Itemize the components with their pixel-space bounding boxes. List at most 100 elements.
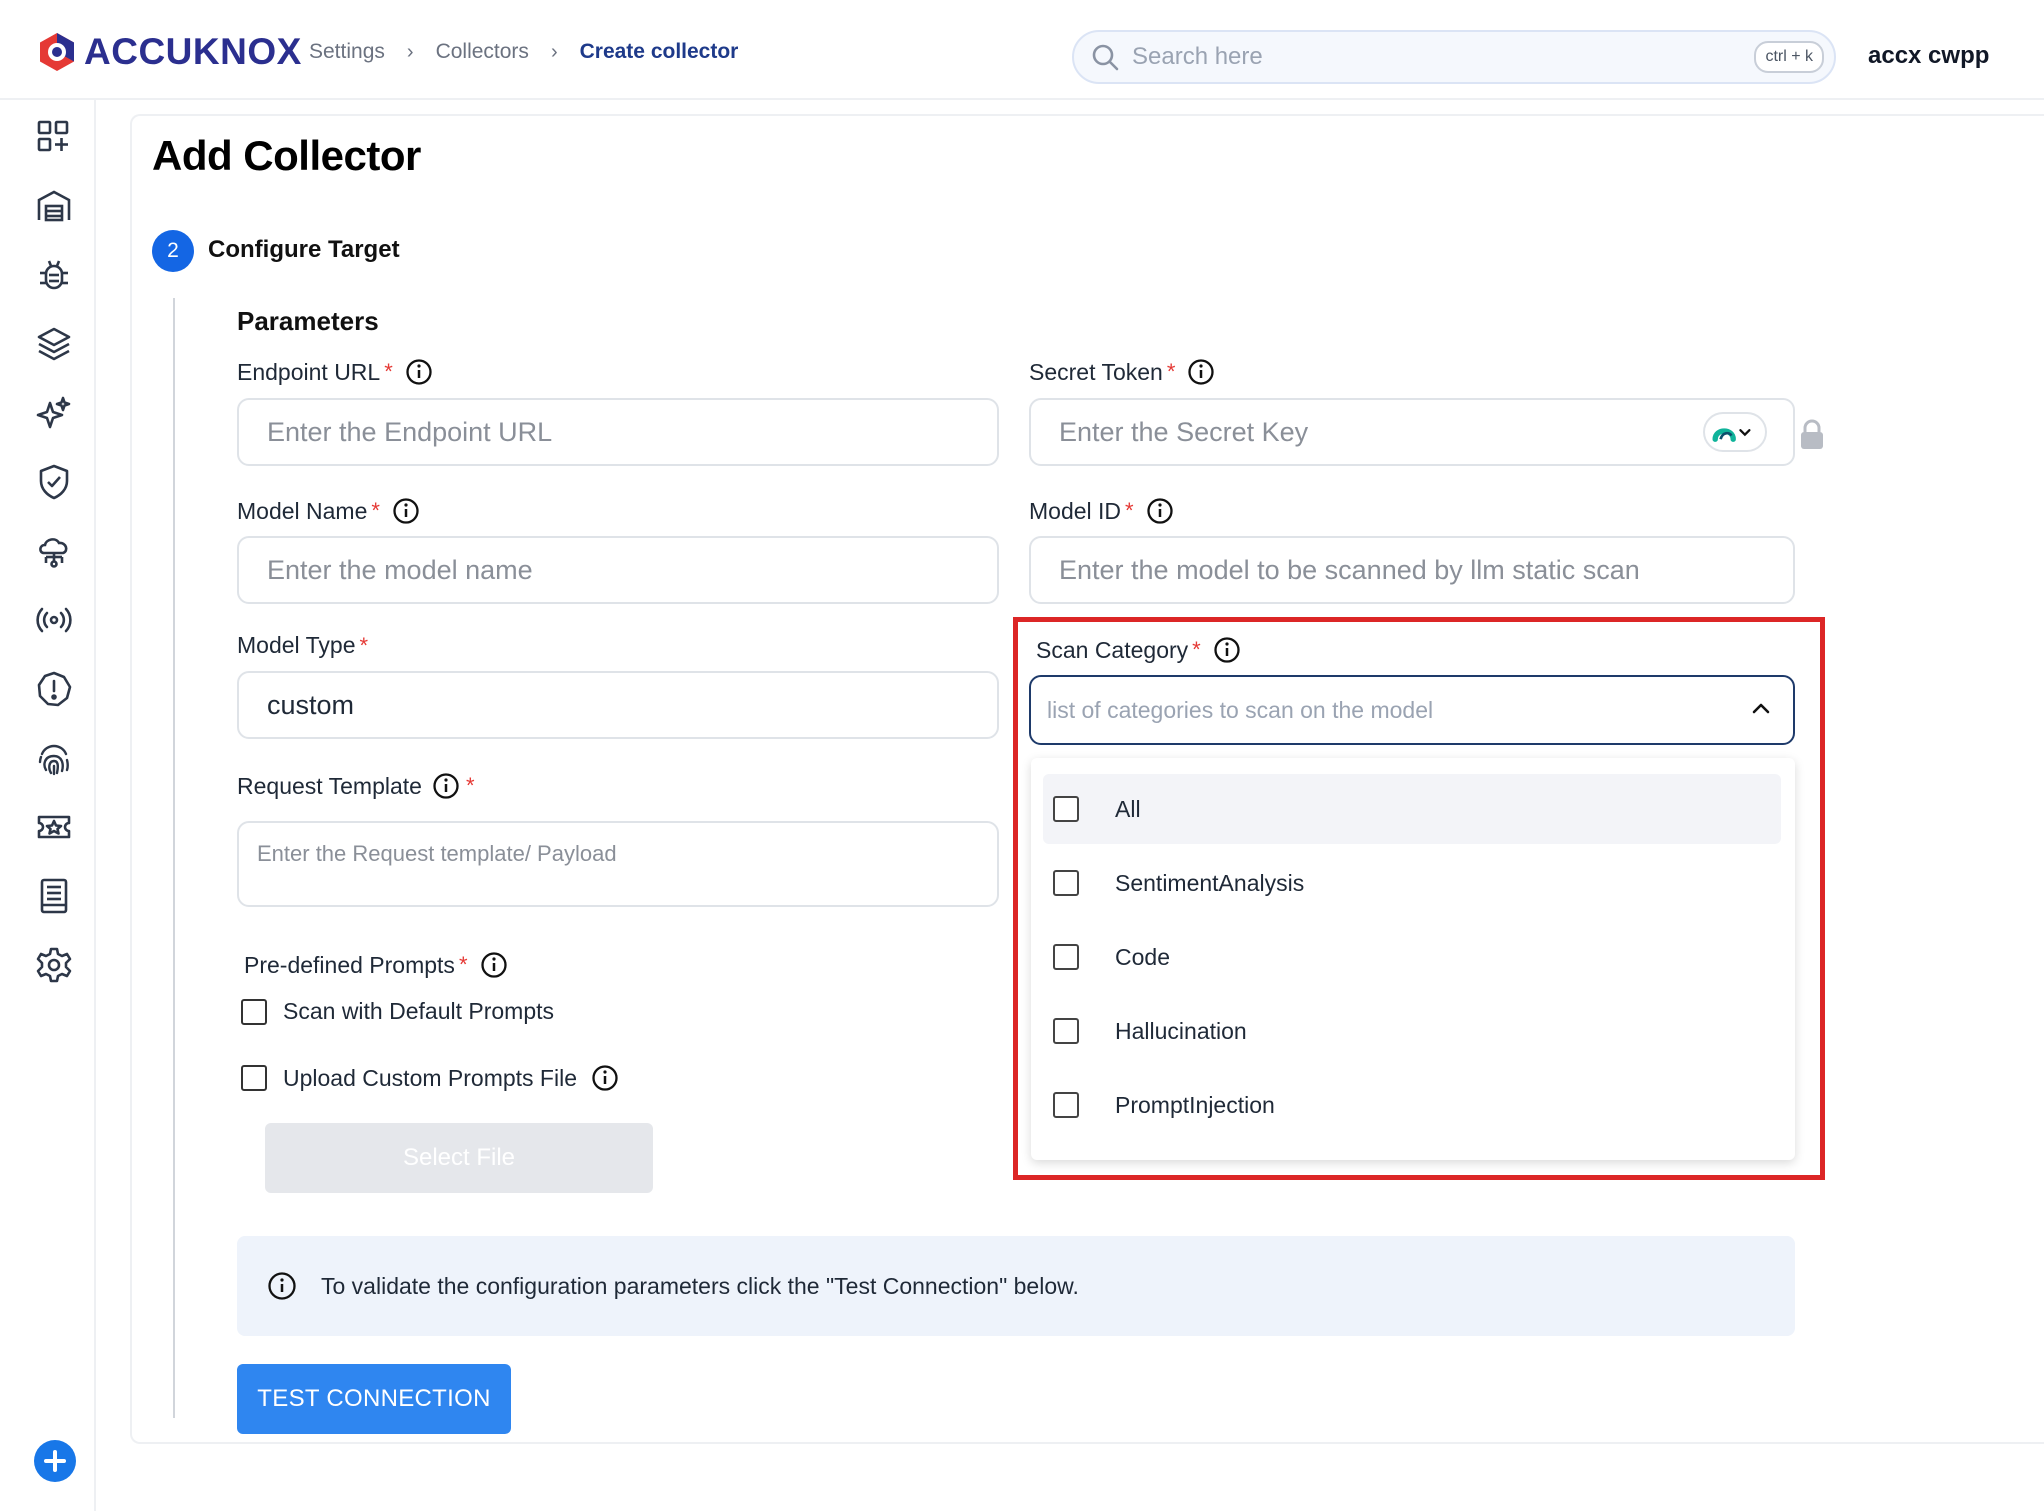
info-icon[interactable] — [591, 1064, 619, 1092]
search-icon — [1092, 44, 1119, 71]
secret-manager-dropdown[interactable] — [1703, 412, 1767, 452]
option-label: Hallucination — [1115, 1017, 1247, 1044]
user-menu[interactable]: accx cwpp — [1868, 42, 1989, 70]
breadcrumb-collectors[interactable]: Collectors — [436, 40, 529, 64]
model-id-label: Model ID * — [1029, 497, 1174, 525]
section-title: Parameters — [237, 306, 379, 336]
option-checkbox[interactable] — [1053, 944, 1079, 970]
request-template-label-text: Request Template — [237, 772, 422, 799]
default-prompts-label: Scan with Default Prompts — [283, 998, 555, 1024]
secret-manager-icon — [1712, 428, 1751, 442]
ticket-icon[interactable] — [34, 807, 74, 847]
scan-category-option[interactable]: Hallucination — [1043, 996, 1781, 1066]
layers-icon[interactable] — [34, 324, 74, 364]
logo-mark-icon — [40, 33, 74, 71]
required-mark: * — [1125, 498, 1134, 523]
scan-category-option[interactable]: Code — [1043, 922, 1781, 992]
endpoint-url-label: Endpoint URL * — [237, 358, 433, 386]
chevron-right-icon: › — [550, 40, 558, 63]
step-label: Configure Target — [208, 236, 400, 263]
search-input[interactable]: Search here ctrl + k — [1072, 30, 1836, 84]
option-checkbox[interactable] — [1053, 1092, 1079, 1118]
endpoint-url-input[interactable]: Enter the Endpoint URL — [237, 398, 999, 466]
breadcrumb-create-collector: Create collector — [579, 40, 739, 63]
info-icon[interactable] — [1187, 358, 1215, 386]
broadcast-icon[interactable] — [34, 600, 74, 640]
chevron-up-icon[interactable] — [1751, 701, 1771, 715]
alert-text: To validate the configuration parameters… — [321, 1272, 1079, 1299]
shield-check-icon[interactable] — [34, 462, 74, 502]
model-type-input[interactable]: custom — [237, 671, 999, 739]
search-shortcut-badge: ctrl + k — [1754, 41, 1824, 73]
logo-text: ACCUKNOX — [84, 31, 302, 72]
report-icon[interactable] — [34, 876, 74, 916]
alert-icon[interactable] — [34, 669, 74, 709]
required-mark: * — [1166, 359, 1176, 384]
info-icon[interactable] — [480, 951, 508, 979]
required-mark: * — [384, 359, 393, 384]
option-checkbox[interactable] — [1053, 796, 1079, 822]
test-connection-button[interactable]: TEST CONNECTION — [237, 1364, 511, 1434]
model-id-label-text: Model ID — [1029, 497, 1122, 524]
info-alert: To validate the configuration parameters… — [237, 1236, 1795, 1336]
model-name-label: Model Name * — [237, 497, 420, 525]
settings-icon[interactable] — [34, 945, 74, 985]
option-label: SentimentAnalysis — [1115, 869, 1305, 896]
predefined-prompts-label: Pre-defined Prompts * — [244, 951, 508, 979]
info-icon[interactable] — [405, 358, 433, 386]
required-mark: * — [458, 952, 468, 977]
sparkles-icon[interactable] — [34, 393, 74, 433]
option-checkbox[interactable] — [1053, 1018, 1079, 1044]
info-icon[interactable] — [1146, 497, 1174, 525]
step-connector-line — [173, 298, 175, 1418]
lock-icon — [1801, 419, 1823, 449]
top-bar: ACCUKNOX Settings › Collectors › Create … — [0, 0, 2044, 100]
secret-token-input[interactable]: Enter the Secret Key — [1029, 398, 1795, 466]
plus-circle-icon[interactable] — [34, 1440, 76, 1482]
cloud-network-icon[interactable] — [34, 531, 74, 571]
option-label: Code — [1115, 943, 1170, 970]
default-prompts-option[interactable]: Scan with Default Prompts — [241, 998, 554, 1025]
sidebar — [20, 100, 96, 1511]
scan-category-select[interactable]: list of categories to scan on the model — [1029, 675, 1795, 745]
option-checkbox[interactable] — [1053, 870, 1079, 896]
model-type-label: Model Type * — [237, 632, 368, 659]
required-mark: * — [465, 773, 475, 798]
info-icon[interactable] — [392, 497, 420, 525]
scan-category-option[interactable]: SentimentAnalysis — [1043, 848, 1781, 918]
info-icon[interactable] — [1213, 636, 1241, 664]
model-name-input[interactable]: Enter the model name — [237, 536, 999, 604]
info-icon[interactable] — [432, 772, 460, 800]
option-label: PromptInjection — [1115, 1091, 1275, 1118]
request-template-input[interactable]: Enter the Request template/ Payload — [237, 821, 999, 907]
request-template-label: Request Template * — [237, 772, 475, 800]
fingerprint-icon[interactable] — [34, 738, 74, 778]
info-icon — [268, 1272, 296, 1300]
default-prompts-checkbox[interactable] — [241, 998, 267, 1025]
custom-prompts-option[interactable]: Upload Custom Prompts File — [241, 1064, 619, 1092]
scan-category-label: Scan Category * — [1036, 636, 1241, 664]
option-label: All — [1115, 795, 1141, 822]
dashboard-icon[interactable] — [34, 117, 74, 157]
page-title: Add Collector — [152, 132, 421, 179]
inventory-icon[interactable] — [34, 186, 74, 226]
bug-icon[interactable] — [34, 255, 74, 295]
select-file-button[interactable]: Select File — [265, 1123, 653, 1193]
required-mark: * — [1192, 637, 1201, 662]
endpoint-url-label-text: Endpoint URL — [237, 358, 381, 385]
scan-category-label-text: Scan Category — [1036, 636, 1189, 663]
scan-category-option[interactable]: PromptInjection — [1043, 1070, 1781, 1140]
breadcrumb: Settings › Collectors › Create collector — [309, 40, 738, 64]
custom-prompts-label: Upload Custom Prompts File — [283, 1064, 577, 1091]
breadcrumb-settings[interactable]: Settings — [309, 40, 385, 64]
model-id-input[interactable]: Enter the model to be scanned by llm sta… — [1029, 536, 1795, 604]
secret-token-label-text: Secret Token — [1029, 358, 1163, 385]
predefined-prompts-label-text: Pre-defined Prompts — [244, 951, 455, 978]
accuknox-logo[interactable]: ACCUKNOX — [36, 30, 302, 74]
custom-prompts-checkbox[interactable] — [241, 1065, 267, 1091]
scan-category-placeholder: list of categories to scan on the model — [1047, 696, 1434, 723]
model-name-label-text: Model Name — [237, 497, 368, 524]
chevron-right-icon: › — [406, 40, 414, 63]
scan-category-option[interactable]: All — [1043, 774, 1781, 844]
secret-token-label: Secret Token * — [1029, 358, 1215, 386]
